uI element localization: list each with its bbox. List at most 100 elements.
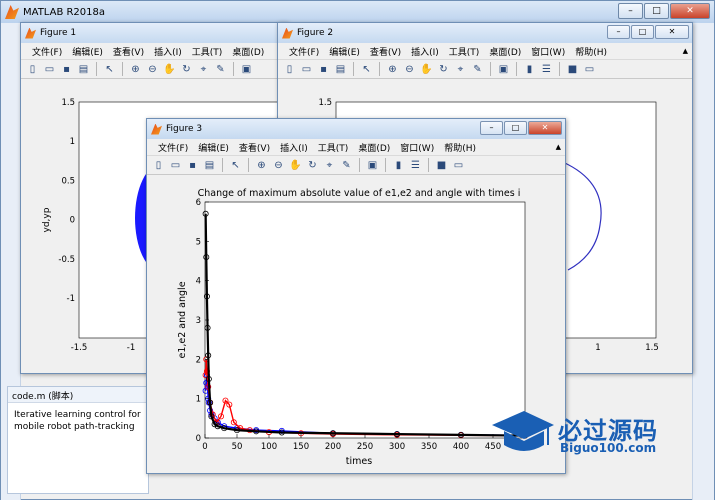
dock-icon[interactable]: ▭: [451, 158, 466, 173]
zoom-in-icon[interactable]: ⊕: [385, 62, 400, 77]
rotate-icon[interactable]: ↻: [179, 62, 194, 77]
new-figure-icon[interactable]: ▯: [282, 62, 297, 77]
menu-desktop[interactable]: 桌面(D): [484, 45, 526, 58]
dock-arrow-icon[interactable]: ▲: [556, 143, 561, 151]
menu-file[interactable]: 文件(F): [153, 141, 193, 154]
main-close-button[interactable]: ✕: [670, 3, 710, 19]
dock-icon[interactable]: ▭: [582, 62, 597, 77]
pan-icon[interactable]: ✋: [288, 158, 303, 173]
hide-tools-icon[interactable]: ■: [434, 158, 449, 173]
pointer-icon[interactable]: ↖: [102, 62, 117, 77]
menu-insert[interactable]: 插入(I): [275, 141, 313, 154]
link-icon[interactable]: ▣: [496, 62, 511, 77]
pan-icon[interactable]: ✋: [162, 62, 177, 77]
pointer-icon[interactable]: ↖: [359, 62, 374, 77]
zoom-in-icon[interactable]: ⊕: [128, 62, 143, 77]
menu-edit[interactable]: 编辑(E): [193, 141, 234, 154]
figure3-maximize-button[interactable]: □: [504, 121, 527, 135]
code-panel-header[interactable]: code.m (脚本): [8, 387, 148, 403]
zoom-out-icon[interactable]: ⊖: [402, 62, 417, 77]
rotate-icon[interactable]: ↻: [305, 158, 320, 173]
menu-desktop[interactable]: 桌面(D): [353, 141, 395, 154]
menu-help[interactable]: 帮助(H): [570, 45, 612, 58]
main-window-title: MATLAB R2018a: [23, 6, 106, 18]
brush-icon[interactable]: ✎: [213, 62, 228, 77]
print-icon[interactable]: ▤: [202, 158, 217, 173]
code-panel[interactable]: code.m (脚本) Iterative learning control f…: [7, 386, 149, 494]
data-cursor-icon[interactable]: ⌖: [196, 62, 211, 77]
toolbar-separator: [233, 62, 234, 76]
legend-icon[interactable]: ☰: [408, 158, 423, 173]
save-icon[interactable]: ▪: [185, 158, 200, 173]
print-icon[interactable]: ▤: [333, 62, 348, 77]
y-tick-label: 6: [196, 198, 201, 208]
save-icon[interactable]: ▪: [59, 62, 74, 77]
colorbar-icon[interactable]: ▮: [522, 62, 537, 77]
menu-view[interactable]: 查看(V): [365, 45, 406, 58]
y-tick-label: 5: [196, 237, 201, 247]
y-tick-label: 4: [196, 277, 201, 287]
tick-label: 1: [70, 137, 75, 147]
figure3-close-button[interactable]: ✕: [528, 121, 562, 135]
data-cursor-icon[interactable]: ⌖: [322, 158, 337, 173]
main-maximize-button[interactable]: □: [644, 3, 669, 19]
menu-edit[interactable]: 编辑(E): [324, 45, 365, 58]
pointer-icon[interactable]: ↖: [228, 158, 243, 173]
menu-view[interactable]: 查看(V): [234, 141, 275, 154]
y-tick-label: 1: [196, 395, 201, 405]
menu-edit[interactable]: 编辑(E): [67, 45, 108, 58]
menu-tools[interactable]: 工具(T): [313, 141, 354, 154]
menu-tools[interactable]: 工具(T): [187, 45, 228, 58]
new-figure-icon[interactable]: ▯: [151, 158, 166, 173]
figure1-titlebar[interactable]: Figure 1: [21, 23, 287, 43]
figure2-close-button[interactable]: ✕: [655, 25, 689, 39]
new-figure-icon[interactable]: ▯: [25, 62, 40, 77]
colorbar-icon[interactable]: ▮: [391, 158, 406, 173]
zoom-out-icon[interactable]: ⊖: [145, 62, 160, 77]
figure2-xticks: 1 1.5: [595, 343, 658, 353]
figure2-maximize-button[interactable]: □: [631, 25, 654, 39]
menu-file[interactable]: 文件(F): [27, 45, 67, 58]
data-cursor-icon[interactable]: ⌖: [453, 62, 468, 77]
open-icon[interactable]: ▭: [299, 62, 314, 77]
dock-arrow-icon[interactable]: ▲: [683, 47, 688, 55]
rotate-icon[interactable]: ↻: [436, 62, 451, 77]
open-icon[interactable]: ▭: [168, 158, 183, 173]
menu-window[interactable]: 窗口(W): [395, 141, 439, 154]
menu-view[interactable]: 查看(V): [108, 45, 149, 58]
figure3-minimize-button[interactable]: –: [480, 121, 503, 135]
figure1-menubar: 文件(F) 编辑(E) 查看(V) 插入(I) 工具(T) 桌面(D): [21, 43, 287, 60]
menu-help[interactable]: 帮助(H): [439, 141, 481, 154]
link-icon[interactable]: ▣: [365, 158, 380, 173]
brush-icon[interactable]: ✎: [339, 158, 354, 173]
hide-tools-icon[interactable]: ■: [565, 62, 580, 77]
menu-tools[interactable]: 工具(T): [444, 45, 485, 58]
tick-label: -1: [67, 294, 75, 304]
tick-label: -1.5: [71, 343, 88, 353]
main-window-controls: – □ ✕: [618, 3, 710, 19]
toolbar-separator: [559, 62, 560, 76]
brush-icon[interactable]: ✎: [470, 62, 485, 77]
toolbar-separator: [248, 158, 249, 172]
menu-file[interactable]: 文件(F): [284, 45, 324, 58]
legend-icon[interactable]: ☰: [539, 62, 554, 77]
figure1-title: Figure 1: [40, 28, 77, 38]
menu-insert[interactable]: 插入(I): [406, 45, 444, 58]
zoom-out-icon[interactable]: ⊖: [271, 158, 286, 173]
toolbar-separator: [490, 62, 491, 76]
menu-insert[interactable]: 插入(I): [149, 45, 187, 58]
matlab-logo-icon: [5, 5, 19, 19]
figure3-window-controls: – □ ✕: [480, 121, 562, 135]
save-icon[interactable]: ▪: [316, 62, 331, 77]
link-icon[interactable]: ▣: [239, 62, 254, 77]
figure2-menubar: 文件(F) 编辑(E) 查看(V) 插入(I) 工具(T) 桌面(D) 窗口(W…: [278, 43, 692, 60]
open-icon[interactable]: ▭: [42, 62, 57, 77]
menu-window[interactable]: 窗口(W): [526, 45, 570, 58]
tick-label: 0: [70, 216, 75, 226]
print-icon[interactable]: ▤: [76, 62, 91, 77]
menu-desktop[interactable]: 桌面(D): [227, 45, 269, 58]
pan-icon[interactable]: ✋: [419, 62, 434, 77]
zoom-in-icon[interactable]: ⊕: [254, 158, 269, 173]
main-minimize-button[interactable]: –: [618, 3, 643, 19]
figure2-minimize-button[interactable]: –: [607, 25, 630, 39]
